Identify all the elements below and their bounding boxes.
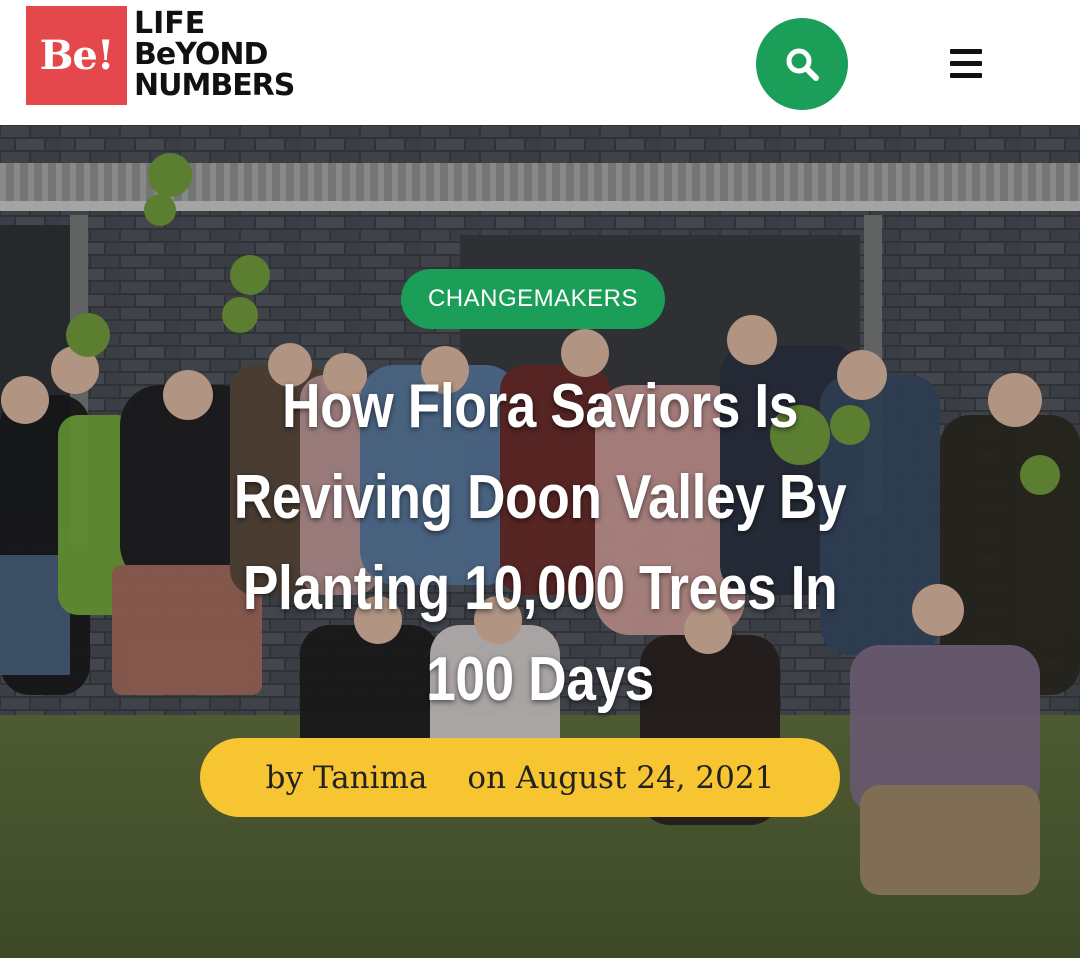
featured-article-hero[interactable]: CHANGEMAKERS How Flora Saviors Is Revivi… [0,125,1080,958]
search-icon [786,48,819,81]
author-link[interactable]: by Tanima [266,760,428,796]
hamburger-menu-icon[interactable] [946,44,986,84]
article-byline: by Tanima on August 24, 2021 [200,738,840,817]
logo-line: NUMBERS [134,68,295,103]
logo-line: BeYOND [134,37,268,72]
site-header: Be! LIFE BeYOND NUMBERS [0,0,1080,125]
logo-line: LIFE [134,6,206,41]
category-tag[interactable]: CHANGEMAKERS [401,269,665,329]
article-headline[interactable]: How Flora Saviors Is Reviving Doon Valle… [196,361,884,725]
search-button[interactable] [756,18,848,110]
logo-mark: Be! [39,32,115,79]
site-logo[interactable]: Be! [26,6,127,105]
publish-date: on August 24, 2021 [467,759,775,796]
logo-wordmark[interactable]: LIFE BeYOND NUMBERS [134,6,295,103]
